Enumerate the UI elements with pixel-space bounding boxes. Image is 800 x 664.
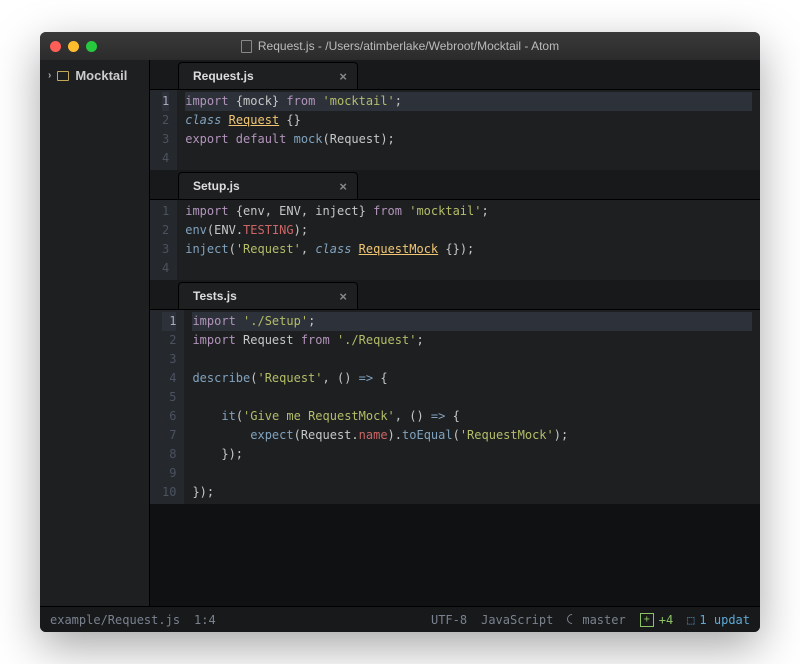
code-line: import Request from './Request'; [192, 331, 752, 350]
package-icon: ⬚ [687, 613, 694, 627]
status-branch[interactable]: master [567, 613, 625, 627]
code-editor[interactable]: 1234import {mock} from 'mocktail';class … [150, 90, 760, 170]
status-path[interactable]: example/Request.js [50, 613, 180, 627]
window-title: Request.js - /Users/atimberlake/Webroot/… [40, 39, 760, 53]
close-icon[interactable]: × [339, 179, 347, 194]
editor-panes: Request.js×1234import {mock} from 'mockt… [150, 60, 760, 606]
editor-tab[interactable]: Request.js × [178, 62, 358, 89]
zoom-icon[interactable] [86, 41, 97, 52]
close-icon[interactable]: × [339, 289, 347, 304]
project-label: Mocktail [75, 68, 127, 83]
code-line: env(ENV.TESTING); [185, 221, 752, 240]
status-language[interactable]: JavaScript [481, 613, 553, 627]
code-line [192, 350, 752, 369]
tab-label: Setup.js [193, 179, 240, 193]
editor-pane: Setup.js × 1234 import {env, ENV, inject} f… [150, 170, 760, 280]
gutter: 1234 [150, 90, 177, 170]
status-cursor[interactable]: 1:4 [194, 613, 216, 627]
tab-label: Request.js [193, 69, 254, 83]
folder-icon [57, 71, 69, 81]
code-line: }); [192, 445, 752, 464]
gutter: 1234 [150, 200, 177, 280]
code-line: class Request {} [185, 111, 752, 130]
tab-bar[interactable]: Setup.js × [150, 170, 760, 200]
code-content[interactable]: import {mock} from 'mocktail';class Requ… [177, 90, 760, 170]
project-root[interactable]: › Mocktail [44, 66, 145, 85]
code-line: expect(Request.name).toEqual('RequestMoc… [192, 426, 752, 445]
code-line [185, 259, 752, 278]
tab-bar[interactable]: Tests.js × [150, 280, 760, 310]
code-line [192, 388, 752, 407]
code-line: }); [192, 483, 752, 502]
editor-tab[interactable]: Setup.js × [178, 172, 358, 199]
code-editor[interactable]: 12345678910import './Setup';import Reque… [150, 310, 760, 504]
code-line: export default mock(Request); [185, 130, 752, 149]
status-encoding[interactable]: UTF-8 [431, 613, 467, 627]
minimize-icon[interactable] [68, 41, 79, 52]
code-editor[interactable]: 1234 import {env, ENV, inject} from 'mock… [150, 200, 760, 280]
code-line: inject('Request', class RequestMock {}); [185, 240, 752, 259]
editor-tab[interactable]: Tests.js × [178, 282, 358, 309]
file-icon [241, 40, 252, 53]
code-line: import './Setup'; [192, 312, 752, 331]
code-line: import {env, ENV, inject} from 'mocktail… [185, 202, 752, 221]
code-line: describe('Request', () => { [192, 369, 752, 388]
code-line [192, 464, 752, 483]
chevron-right-icon: › [48, 70, 51, 81]
editor-pane: Tests.js×12345678910import './Setup';imp… [150, 280, 760, 504]
app-window: Request.js - /Users/atimberlake/Webroot/… [40, 32, 760, 632]
code-line: import {mock} from 'mocktail'; [185, 92, 752, 111]
code-line: it('Give me RequestMock', () => { [192, 407, 752, 426]
plus-icon: + [640, 613, 654, 627]
close-icon[interactable] [50, 41, 61, 52]
sidebar-tree[interactable]: › Mocktail [40, 60, 150, 606]
gutter: 12345678910 [150, 310, 184, 504]
git-branch-icon [567, 613, 577, 627]
code-content[interactable]: import {env, ENV, inject} from 'mocktail… [177, 200, 760, 280]
titlebar[interactable]: Request.js - /Users/atimberlake/Webroot/… [40, 32, 760, 60]
code-content[interactable]: import './Setup';import Request from './… [184, 310, 760, 504]
status-bar: example/Request.js 1:4 UTF-8 JavaScript … [40, 606, 760, 632]
code-line [185, 149, 752, 168]
close-icon[interactable]: × [339, 69, 347, 84]
tab-bar[interactable]: Request.js × [150, 60, 760, 90]
status-git-diff[interactable]: + +4 [640, 613, 673, 627]
tab-label: Tests.js [193, 289, 237, 303]
status-updates[interactable]: ⬚ 1 updat [687, 613, 750, 627]
editor-pane: Request.js×1234import {mock} from 'mockt… [150, 60, 760, 170]
